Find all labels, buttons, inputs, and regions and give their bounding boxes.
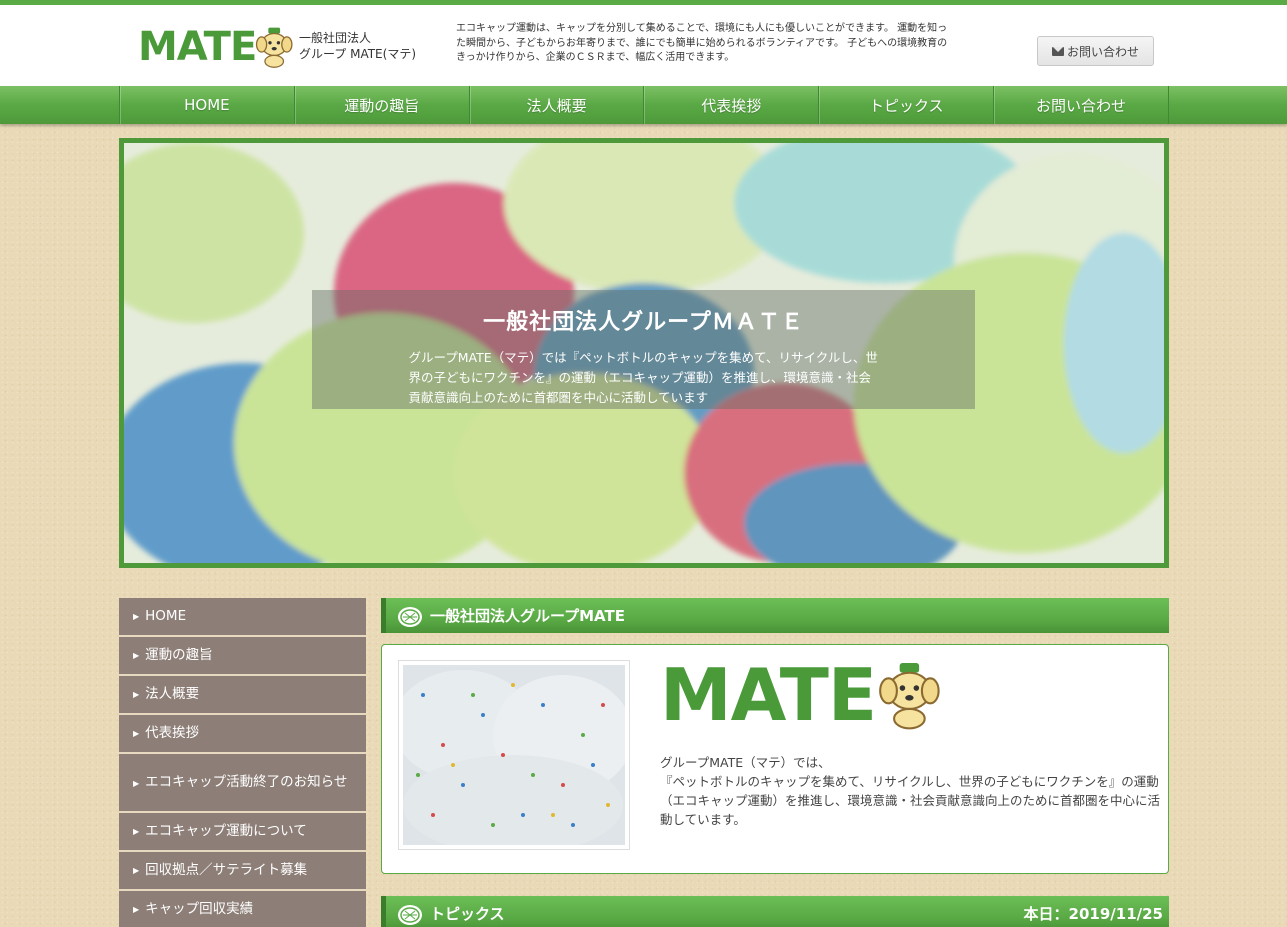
sidebar-item-label: HOME xyxy=(145,608,187,624)
triangle-right-icon: ▶ xyxy=(133,905,140,914)
header-description: エコキャップ運動は、キャップを分別して集めることで、環境にも人にも優しいことがで… xyxy=(456,23,948,63)
hero-title: 一般社団法人グループＭＡＴＥ xyxy=(483,310,804,335)
nav-item-purpose[interactable]: 運動の趣旨 xyxy=(295,86,470,124)
logo-text: MATE xyxy=(138,24,257,70)
contact-button-label: お問い合わせ xyxy=(1066,44,1139,59)
section-header-topics: トピックス 本日：2019/11/25 xyxy=(381,896,1169,927)
triangle-right-icon: ▶ xyxy=(133,827,140,836)
sidebar-item-label: 法人概要 xyxy=(145,686,200,702)
nav-item-greeting[interactable]: 代表挨拶 xyxy=(644,86,820,124)
today-date: 本日：2019/11/25 xyxy=(1023,905,1163,923)
envelope-icon xyxy=(1051,46,1064,56)
sidebar-item-collection-results[interactable]: ▶ キャップ回収実績 xyxy=(119,891,366,927)
sidebar-item-greeting[interactable]: ▶ 代表挨拶 xyxy=(119,715,366,754)
site-logo[interactable]: MATE xyxy=(138,21,293,73)
sidebar-item-ecocap-end-notice[interactable]: ▶ エコキャップ活動終了のお知らせ xyxy=(119,754,366,813)
triangle-right-icon: ▶ xyxy=(133,729,140,738)
sidebar-item-purpose[interactable]: ▶ 運動の趣旨 xyxy=(119,637,366,676)
sidebar-item-label: エコキャップ運動について xyxy=(145,823,307,839)
org-name-line1: 一般社団法人 xyxy=(299,31,372,45)
intro-text: グループMATE（マテ）では、 『ペットボトルのキャップを集めて、リサイクルし、… xyxy=(660,755,1161,827)
sidebar-menu: ▶ HOME ▶ 運動の趣旨 ▶ 法人概要 ▶ 代表挨拶 ▶ エコキャップ活動終了のお知ら… xyxy=(119,598,366,927)
dog-mascot-icon xyxy=(256,27,293,68)
nav-item-overview[interactable]: 法人概要 xyxy=(470,86,645,124)
sidebar-item-home[interactable]: ▶ HOME xyxy=(119,598,366,637)
section-title: 一般社団法人グループMATE xyxy=(430,607,625,625)
triangle-right-icon: ▶ xyxy=(133,612,140,621)
hero-caption: 一般社団法人グループＭＡＴＥ グループMATE（マテ）では『ペットボトルのキャッ… xyxy=(312,290,975,409)
recycled-caps-image xyxy=(393,665,633,855)
main-nav: HOME 運動の趣旨 法人概要 代表挨拶 トピックス お問い合わせ xyxy=(0,86,1287,124)
triangle-right-icon: ▶ xyxy=(133,866,140,875)
nav-item-home[interactable]: HOME xyxy=(120,86,295,124)
section-header-about: 一般社団法人グループMATE xyxy=(381,598,1169,633)
topics-title: トピックス xyxy=(430,905,505,923)
org-name: 一般社団法人 グループ MATE(マテ) xyxy=(299,30,416,62)
sidebar-item-label: キャップ回収実績 xyxy=(145,901,254,917)
bottle-cap-icon xyxy=(398,904,422,925)
sidebar-item-label: ▶ エコキャップ活動終了のお知らせ xyxy=(133,773,347,793)
dog-mascot-icon xyxy=(879,663,940,730)
sidebar-item-label: 運動の趣旨 xyxy=(145,647,213,663)
triangle-right-icon: ▶ xyxy=(133,651,140,660)
sidebar-item-overview[interactable]: ▶ 法人概要 xyxy=(119,676,366,715)
triangle-right-icon: ▶ xyxy=(133,778,140,788)
triangle-right-icon: ▶ xyxy=(133,690,140,699)
main-content: 一般社団法人グループMATE MATE グループMATE（マテ）では、 『ペット… xyxy=(381,598,1169,927)
sidebar-item-label: 代表挨拶 xyxy=(145,725,200,741)
sidebar-item-collection-points[interactable]: ▶ 回収拠点／サテライト募集 xyxy=(119,852,366,891)
sidebar-item-label: 回収拠点／サテライト募集 xyxy=(145,862,308,878)
intro-logo: MATE xyxy=(660,659,940,731)
sidebar-item-text: エコキャップ活動終了のお知らせ xyxy=(145,773,348,790)
nav-item-contact[interactable]: お問い合わせ xyxy=(994,86,1169,124)
intro-logo-text: MATE xyxy=(660,653,877,737)
sidebar-item-ecocap-about[interactable]: ▶ エコキャップ運動について xyxy=(119,813,366,852)
org-name-line2: グループ MATE(マテ) xyxy=(299,47,417,61)
nav-item-topics[interactable]: トピックス xyxy=(819,86,995,124)
recycled-caps-photo xyxy=(393,660,633,855)
bottle-cap-icon xyxy=(398,606,422,627)
contact-button[interactable]: お問い合わせ xyxy=(1037,36,1154,66)
hero-text: グループMATE（マテ）では『ペットボトルのキャップを集めて、リサイクルし、世界… xyxy=(408,350,878,405)
site-header: MATE 一般社団法人 グループ MATE(マテ) エコキャップ運動は、キャップ… xyxy=(0,5,1287,86)
intro-box: MATE グループMATE（マテ）では、 『ペットボトルのキャップを集めて、リサ… xyxy=(381,644,1169,874)
hero-banner: 一般社団法人グループＭＡＴＥ グループMATE（マテ）では『ペットボトルのキャッ… xyxy=(119,138,1169,568)
